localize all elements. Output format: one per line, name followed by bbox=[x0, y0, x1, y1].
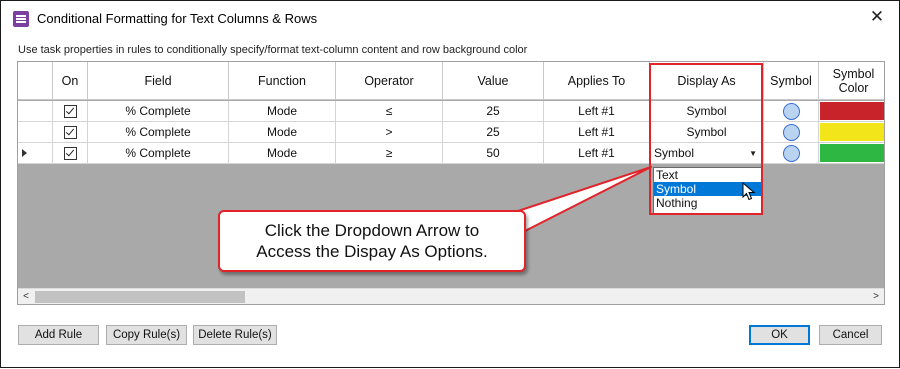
display-as-cell[interactable]: Symbol bbox=[650, 122, 764, 143]
col-header-applies-to[interactable]: Applies To bbox=[544, 62, 650, 100]
header-corner bbox=[18, 62, 53, 100]
close-icon[interactable]: ✕ bbox=[865, 6, 889, 28]
col-header-value[interactable]: Value bbox=[443, 62, 544, 100]
horizontal-scrollbar[interactable]: < > bbox=[18, 288, 884, 304]
symbol-cell[interactable] bbox=[764, 101, 819, 122]
row-header[interactable] bbox=[18, 143, 53, 164]
circle-symbol-icon bbox=[782, 123, 800, 141]
row-header[interactable] bbox=[18, 122, 53, 143]
col-header-function[interactable]: Function bbox=[229, 62, 336, 100]
ok-button[interactable]: OK bbox=[749, 325, 810, 345]
applies-to-cell[interactable]: Left #1 bbox=[544, 143, 650, 164]
operator-cell[interactable]: ≤ bbox=[336, 101, 443, 122]
window-title: Conditional Formatting for Text Columns … bbox=[37, 11, 318, 26]
col-header-display-as[interactable]: Display As bbox=[650, 62, 764, 100]
symbol-cell[interactable] bbox=[764, 122, 819, 143]
grid-header: On Field Function Operator Value Applies… bbox=[18, 62, 884, 100]
on-checkbox-cell[interactable] bbox=[53, 143, 88, 164]
table-row[interactable]: % Complete Mode ≥ 50 Left #1 Symbol ▼ bbox=[18, 143, 884, 164]
symbol-color-cell[interactable] bbox=[819, 143, 884, 164]
table-row[interactable]: % Complete Mode ≤ 25 Left #1 Symbol bbox=[18, 101, 884, 122]
value-cell[interactable]: 25 bbox=[443, 122, 544, 143]
scroll-thumb[interactable] bbox=[35, 291, 245, 303]
dropdown-arrow-icon[interactable]: ▼ bbox=[749, 149, 757, 158]
scroll-left-icon[interactable]: < bbox=[18, 289, 34, 304]
delete-rules-button[interactable]: Delete Rule(s) bbox=[193, 325, 277, 345]
symbol-cell[interactable] bbox=[764, 143, 819, 164]
field-cell[interactable]: % Complete bbox=[88, 101, 229, 122]
color-swatch bbox=[820, 144, 884, 162]
field-cell[interactable]: % Complete bbox=[88, 143, 229, 164]
function-cell[interactable]: Mode bbox=[229, 101, 336, 122]
display-as-cell[interactable]: Symbol bbox=[650, 101, 764, 122]
checkbox-checked-icon[interactable] bbox=[63, 104, 77, 118]
applies-to-cell[interactable]: Left #1 bbox=[544, 122, 650, 143]
checkbox-checked-icon[interactable] bbox=[63, 125, 77, 139]
symbol-color-cell[interactable] bbox=[819, 122, 884, 143]
field-cell[interactable]: % Complete bbox=[88, 122, 229, 143]
value-cell[interactable]: 25 bbox=[443, 101, 544, 122]
col-header-field[interactable]: Field bbox=[88, 62, 229, 100]
mouse-cursor-icon bbox=[742, 182, 756, 201]
color-swatch bbox=[820, 123, 884, 141]
row-header[interactable] bbox=[18, 101, 53, 122]
col-header-symbol-color[interactable]: Symbol Color bbox=[819, 62, 884, 100]
col-header-operator[interactable]: Operator bbox=[336, 62, 443, 100]
dropdown-option-text[interactable]: Text bbox=[654, 168, 761, 182]
circle-symbol-icon bbox=[782, 144, 800, 162]
conditional-formatting-dialog: Conditional Formatting for Text Columns … bbox=[0, 0, 900, 368]
instructions-text: Use task properties in rules to conditio… bbox=[18, 44, 528, 56]
symbol-color-cell[interactable] bbox=[819, 101, 884, 122]
on-checkbox-cell[interactable] bbox=[53, 101, 88, 122]
circle-symbol-icon bbox=[782, 102, 800, 120]
display-as-combo[interactable]: Symbol ▼ bbox=[650, 143, 764, 164]
value-cell[interactable]: 50 bbox=[443, 143, 544, 164]
on-checkbox-cell[interactable] bbox=[53, 122, 88, 143]
copy-rules-button[interactable]: Copy Rule(s) bbox=[106, 325, 187, 345]
app-icon bbox=[13, 11, 29, 27]
current-row-arrow-icon bbox=[22, 149, 27, 157]
scroll-right-icon[interactable]: > bbox=[868, 289, 884, 304]
callout-line-2: Access the Dispay As Options. bbox=[256, 242, 488, 261]
applies-to-cell[interactable]: Left #1 bbox=[544, 101, 650, 122]
add-rule-button[interactable]: Add Rule bbox=[18, 325, 99, 345]
checkbox-checked-icon[interactable] bbox=[63, 146, 77, 160]
operator-cell[interactable]: > bbox=[336, 122, 443, 143]
instruction-callout: Click the Dropdown Arrow to Access the D… bbox=[218, 210, 526, 272]
table-row[interactable]: % Complete Mode > 25 Left #1 Symbol bbox=[18, 122, 884, 143]
operator-cell[interactable]: ≥ bbox=[336, 143, 443, 164]
col-header-symbol[interactable]: Symbol bbox=[764, 62, 819, 100]
callout-line-1: Click the Dropdown Arrow to bbox=[264, 221, 480, 240]
display-as-combo-value: Symbol bbox=[654, 146, 695, 160]
function-cell[interactable]: Mode bbox=[229, 143, 336, 164]
function-cell[interactable]: Mode bbox=[229, 122, 336, 143]
cancel-button[interactable]: Cancel bbox=[819, 325, 882, 345]
color-swatch bbox=[820, 102, 884, 120]
title-bar: Conditional Formatting for Text Columns … bbox=[1, 1, 899, 35]
col-header-on[interactable]: On bbox=[53, 62, 88, 100]
